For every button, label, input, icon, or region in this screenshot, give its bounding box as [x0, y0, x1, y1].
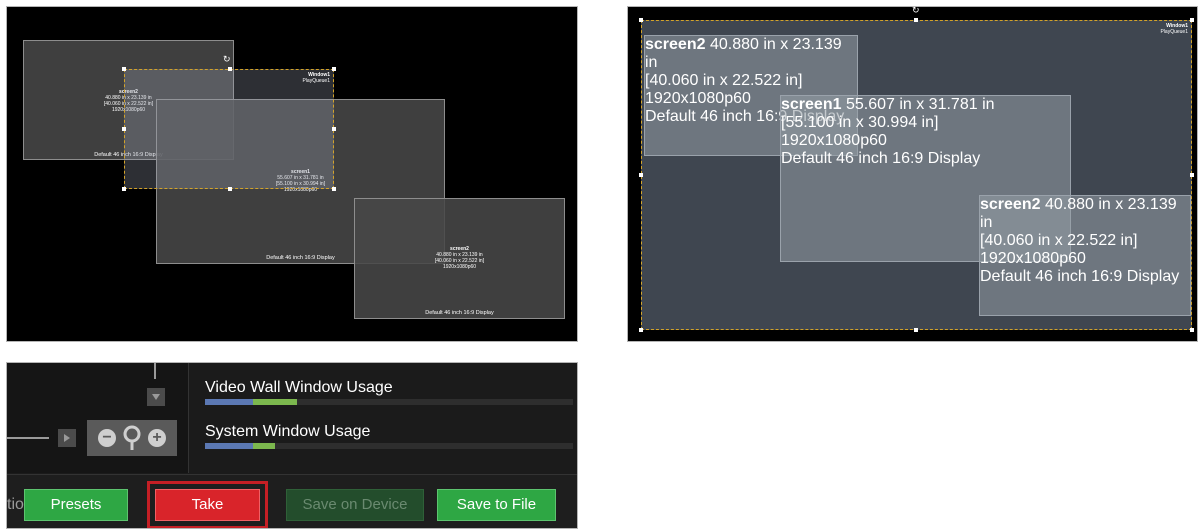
resize-handle[interactable]	[332, 67, 336, 71]
usage-segment-blue	[205, 443, 253, 449]
usage-segment-green	[252, 443, 275, 449]
resize-handle[interactable]	[332, 187, 336, 191]
resize-handle[interactable]	[122, 127, 126, 131]
chevron-down-icon	[152, 394, 160, 400]
resize-handle[interactable]	[1190, 173, 1194, 177]
control-panel: − + Video Wall Window Usage System Windo…	[6, 362, 578, 529]
resize-handle[interactable]	[914, 328, 918, 332]
vertical-scroll-line	[154, 363, 156, 379]
screen-resolution: 1920x1080p60	[442, 264, 477, 270]
resize-handle[interactable]	[1190, 18, 1194, 22]
save-on-device-button[interactable]: Save on Device	[286, 489, 424, 521]
take-button[interactable]: Take	[155, 489, 260, 521]
zoom-fit-icon[interactable]	[122, 425, 142, 451]
right-wall-canvas[interactable]: screen2 40.880 in x 23.139 in [40.060 in…	[627, 6, 1198, 342]
zoom-in-icon[interactable]: +	[148, 429, 166, 447]
resize-handle[interactable]	[122, 187, 126, 191]
system-usage-bar	[205, 443, 573, 449]
video-window-selection[interactable]: Window1 PlayQueue1	[639, 18, 1194, 332]
scroll-right-button[interactable]	[58, 429, 76, 447]
screen-tile[interactable]: screen2 40.880 in x 23.139 in [40.060 in…	[354, 198, 565, 319]
zoom-out-icon[interactable]: −	[98, 429, 116, 447]
resize-handle[interactable]	[332, 127, 336, 131]
usage-segment-green	[252, 399, 297, 405]
scroll-down-button[interactable]	[147, 388, 165, 406]
resize-handle[interactable]	[639, 18, 643, 22]
window-queue: PlayQueue1	[302, 78, 330, 84]
rotate-icon[interactable]: ↻	[223, 55, 231, 64]
horizontal-scroll-line	[7, 437, 49, 439]
resize-handle[interactable]	[639, 328, 643, 332]
navigator-area	[7, 363, 189, 473]
left-wall-canvas[interactable]: screen2 40.880 in x 23.139 in [40.060 in…	[6, 6, 578, 342]
resize-handle[interactable]	[1190, 328, 1194, 332]
usage-segment-blue	[205, 399, 253, 405]
truncated-label: tio	[7, 496, 24, 513]
video-wall-usage-label: Video Wall Window Usage	[205, 379, 393, 396]
video-window-selection[interactable]: Window1 PlayQueue1	[122, 67, 336, 191]
chevron-right-icon	[64, 434, 70, 442]
divider	[188, 363, 189, 473]
rotate-icon[interactable]: ↻	[912, 6, 920, 15]
save-to-file-button[interactable]: Save to File	[437, 489, 556, 521]
zoom-controls: − +	[87, 420, 177, 456]
resize-handle[interactable]	[228, 187, 232, 191]
resize-handle[interactable]	[228, 67, 232, 71]
resize-handle[interactable]	[639, 173, 643, 177]
presets-button[interactable]: Presets	[24, 489, 128, 521]
system-usage-label: System Window Usage	[205, 423, 371, 440]
video-wall-usage-bar	[205, 399, 573, 405]
display-type-label: Default 46 inch 16:9 Display	[425, 310, 494, 316]
window-queue: PlayQueue1	[1160, 29, 1188, 35]
resize-handle[interactable]	[122, 67, 126, 71]
resize-handle[interactable]	[914, 18, 918, 22]
